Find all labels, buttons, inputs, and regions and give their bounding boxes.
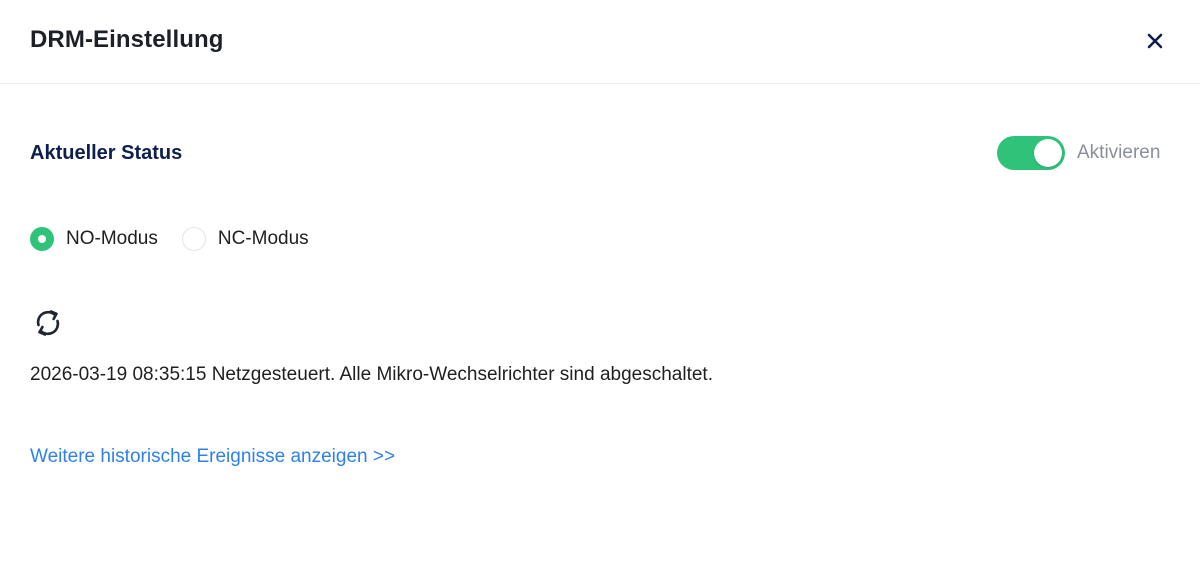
activate-toggle-group: Aktivieren bbox=[997, 136, 1160, 170]
status-message: 2026-03-19 08:35:15 Netzgesteuert. Alle … bbox=[30, 364, 713, 385]
refresh-icon[interactable] bbox=[30, 305, 66, 341]
radio-label-no-mode: NO-Modus bbox=[66, 228, 158, 249]
radio-nc-mode[interactable] bbox=[181, 227, 206, 251]
close-icon bbox=[1147, 33, 1163, 49]
drm-settings-dialog: DRM-Einstellung Aktueller Status Aktivie… bbox=[0, 0, 1200, 579]
radio-option-no-mode[interactable]: NO-Modus bbox=[30, 227, 158, 251]
radio-label-nc-mode: NC-Modus bbox=[217, 228, 309, 249]
radio-no-mode[interactable] bbox=[30, 227, 54, 251]
radio-option-nc-mode[interactable]: NC-Modus bbox=[181, 227, 309, 251]
mode-radio-group: NO-Modus NC-Modus bbox=[30, 226, 333, 252]
activate-toggle-label: Aktivieren bbox=[1077, 142, 1161, 163]
dialog-title: DRM-Einstellung bbox=[30, 26, 224, 53]
history-events-link[interactable]: Weitere historische Ereignisse anzeigen … bbox=[30, 446, 395, 468]
section-title-current-status: Aktueller Status bbox=[30, 142, 183, 164]
activate-toggle[interactable] bbox=[997, 136, 1065, 170]
dialog-header: DRM-Einstellung bbox=[0, 0, 1200, 84]
close-button[interactable] bbox=[1140, 26, 1170, 56]
toggle-knob bbox=[1034, 139, 1062, 167]
